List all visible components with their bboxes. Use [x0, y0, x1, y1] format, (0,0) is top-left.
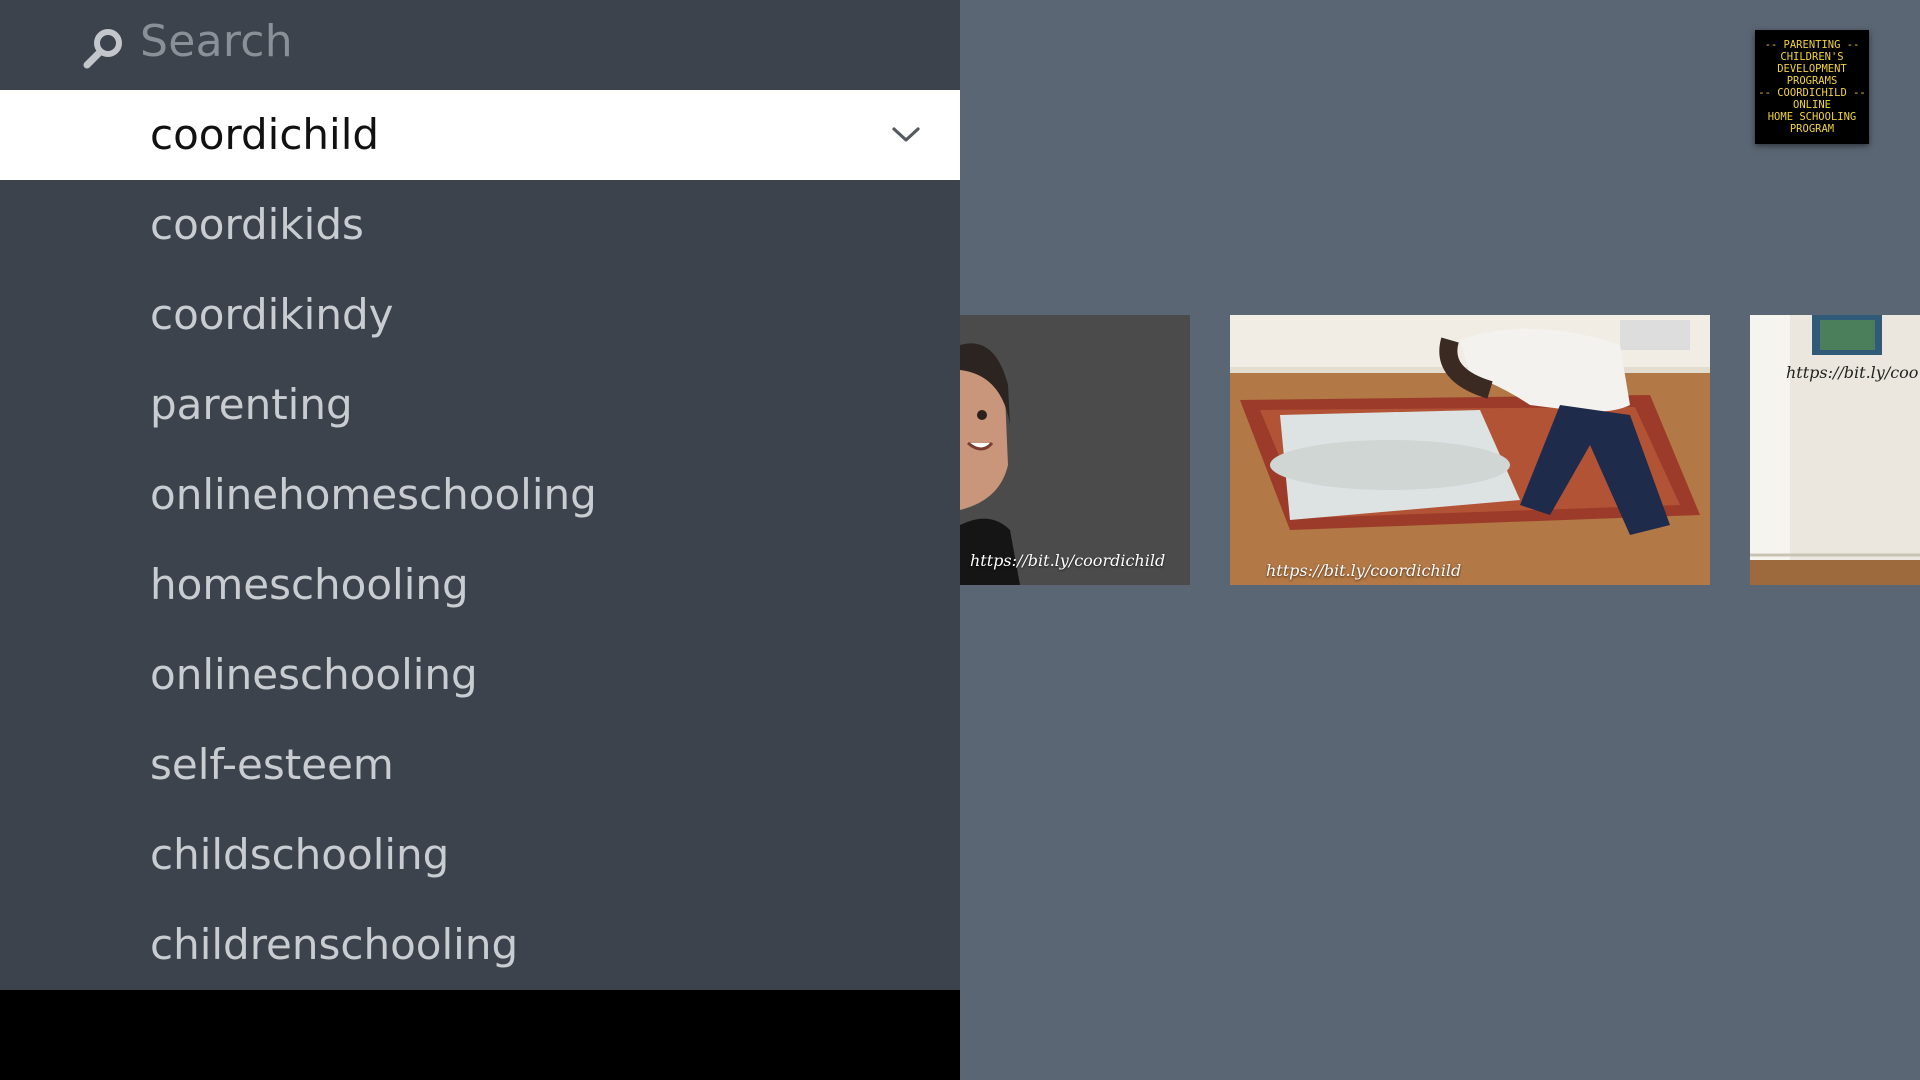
logo-line: HOME SCHOOLING: [1767, 111, 1857, 123]
suggestion-label: homeschooling: [150, 560, 469, 609]
search-bar[interactable]: Search: [0, 0, 960, 90]
suggestion-item[interactable]: homeschooling: [0, 540, 960, 630]
suggestion-list: coordichild coordikids coordikindy paren…: [0, 90, 960, 990]
logo-line: ONLINE: [1793, 99, 1831, 111]
logo-line: PROGRAMS: [1786, 75, 1838, 87]
search-icon: [83, 29, 122, 69]
suggestion-item[interactable]: self-esteem: [0, 720, 960, 810]
suggestion-item[interactable]: coordikindy: [0, 270, 960, 360]
logo-line: CHILDREN'S: [1780, 51, 1844, 63]
video-caption: https://bit.ly/coordichild: [970, 551, 1166, 570]
thumbnail-image: [1750, 315, 1920, 585]
logo-line: PROGRAM: [1789, 123, 1835, 135]
search-panel: Search coordichild coordikids coordikind…: [0, 0, 960, 990]
logo-line: -- COORDICHILD --: [1758, 87, 1866, 99]
video-thumbnail[interactable]: https://bit.ly/coo: [1750, 315, 1920, 585]
video-thumbnail[interactable]: https://bit.ly/coordichild: [960, 315, 1190, 585]
suggestion-label: childschooling: [150, 830, 450, 879]
channel-logo[interactable]: -- PARENTING -- CHILDREN'S DEVELOPMENT P…: [1755, 30, 1869, 144]
suggestion-item[interactable]: coordichild: [0, 90, 960, 180]
video-caption: https://bit.ly/coo: [1786, 363, 1919, 382]
suggestion-item[interactable]: childrenschooling: [0, 900, 960, 990]
logo-line: DEVELOPMENT: [1777, 63, 1847, 75]
logo-line: -- PARENTING --: [1764, 39, 1860, 51]
suggestion-label: self-esteem: [150, 740, 394, 789]
suggestion-label: coordikindy: [150, 290, 394, 339]
chevron-down-icon[interactable]: [890, 119, 922, 151]
suggestion-label: parenting: [150, 380, 353, 429]
screen: Search coordichild coordikids coordikind…: [0, 0, 1920, 1080]
video-caption: https://bit.ly/coordichild: [1266, 561, 1462, 580]
suggestion-label: onlinehomeschooling: [150, 470, 597, 519]
suggestion-item[interactable]: parenting: [0, 360, 960, 450]
suggestion-label: onlineschooling: [150, 650, 478, 699]
thumbnail-image: [960, 315, 1190, 585]
suggestion-label: coordichild: [150, 110, 380, 159]
suggestion-item[interactable]: childschooling: [0, 810, 960, 900]
thumbnail-image: [1230, 315, 1710, 585]
suggestion-item[interactable]: onlinehomeschooling: [0, 450, 960, 540]
video-thumbnail[interactable]: https://bit.ly/coordichild: [1230, 315, 1710, 585]
suggestion-label: coordikids: [150, 200, 364, 249]
suggestion-item[interactable]: onlineschooling: [0, 630, 960, 720]
search-input[interactable]: Search: [140, 16, 293, 67]
suggestion-item[interactable]: coordikids: [0, 180, 960, 270]
suggestion-label: childrenschooling: [150, 920, 519, 969]
bottom-bar: [0, 990, 960, 1080]
